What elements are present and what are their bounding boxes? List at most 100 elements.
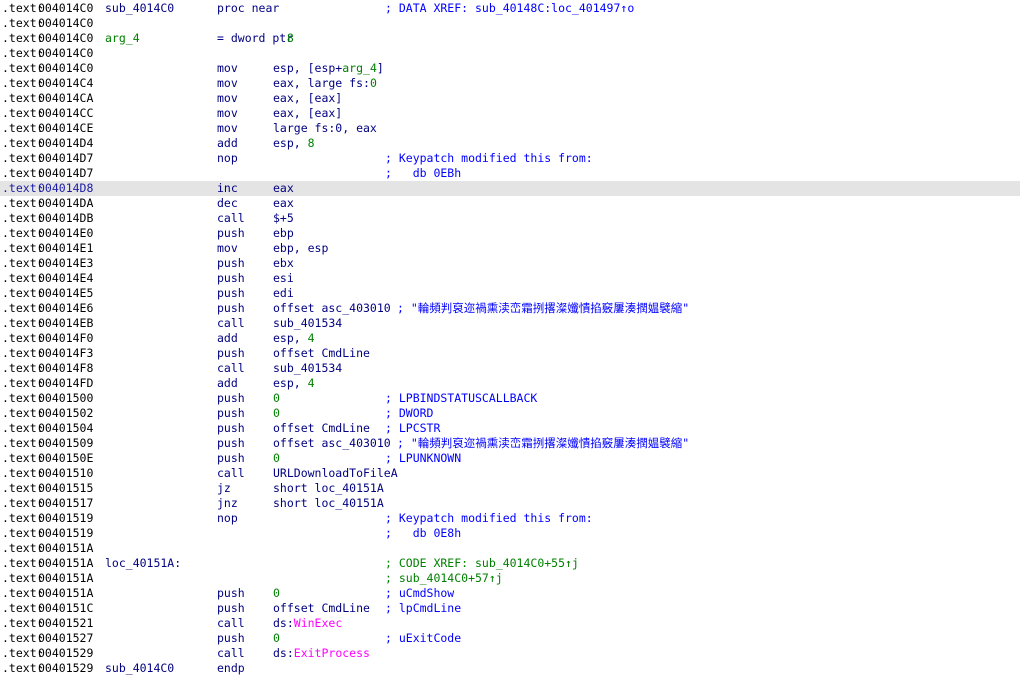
instruction-operands[interactable]: $+5 [273, 211, 294, 226]
instruction-operands[interactable]: 0 [273, 586, 280, 601]
instruction-mnemonic[interactable]: push [217, 421, 245, 436]
address[interactable]: 004014D7 [38, 166, 93, 181]
address[interactable]: 00401529 [38, 646, 93, 661]
instruction-mnemonic[interactable]: jz [217, 481, 231, 496]
address[interactable]: 004014F8 [38, 361, 93, 376]
instruction-mnemonic[interactable]: call [217, 646, 245, 661]
listing-line[interactable]: .text: 004014E6 push offset asc_403010; "輪頻… [0, 301, 1020, 316]
instruction-mnemonic[interactable]: push [217, 286, 245, 301]
instruction-operands[interactable]: ebp [273, 226, 294, 241]
instruction-mnemonic[interactable]: nop [217, 151, 238, 166]
address[interactable]: 004014C0 [38, 31, 93, 46]
listing-line[interactable]: .text: 004014E0 push ebp [0, 226, 1020, 241]
address[interactable]: 004014E1 [38, 241, 93, 256]
operand-number[interactable]: 0 [273, 406, 280, 420]
operand-number[interactable]: 4 [308, 376, 315, 390]
import-name[interactable]: ExitProcess [294, 646, 370, 660]
listing-line[interactable]: .text: 00401509 push offset asc_403010; "輪頻… [0, 436, 1020, 451]
listing-line[interactable]: .text: 00401521 call ds:WinExec [0, 616, 1020, 631]
instruction-mnemonic[interactable]: push [217, 226, 245, 241]
address[interactable]: 0040150E [38, 451, 93, 466]
instruction-mnemonic[interactable]: push [217, 406, 245, 421]
listing-line[interactable]: .text: 004014D7 nop; Keypatch modified thi… [0, 151, 1020, 166]
address[interactable]: 004014E6 [38, 301, 93, 316]
address[interactable]: 00401521 [38, 616, 93, 631]
address[interactable]: 00401509 [38, 436, 93, 451]
listing-line[interactable]: .text: 004014CA mov eax, [eax] [0, 91, 1020, 106]
instruction-mnemonic[interactable]: push [217, 631, 245, 646]
operand-text[interactable]: esp, [273, 376, 308, 390]
address[interactable]: 0040151C [38, 601, 93, 616]
address[interactable]: 004014E3 [38, 256, 93, 271]
operand-text[interactable]: ebx [273, 256, 294, 270]
address[interactable]: 0040151A [38, 556, 93, 571]
address[interactable]: 00401502 [38, 406, 93, 421]
address[interactable]: 00401515 [38, 481, 93, 496]
listing-line-current[interactable]: .text: 004014D8 inc eax [0, 181, 1020, 196]
listing-line[interactable]: .text: 004014E5 push edi [0, 286, 1020, 301]
operand-text[interactable]: sub_401534 [273, 316, 342, 330]
instruction-mnemonic[interactable]: call [217, 616, 245, 631]
operand-text[interactable]: large fs:0, eax [273, 121, 377, 135]
instruction-mnemonic[interactable]: call [217, 361, 245, 376]
code-label[interactable]: loc_40151A: [105, 556, 181, 571]
instruction-operands[interactable]: eax [273, 181, 294, 196]
operand-number[interactable]: 8 [308, 136, 315, 150]
address[interactable]: 00401529 [38, 661, 93, 676]
instruction-operands[interactable]: ebx [273, 256, 294, 271]
operand-text[interactable]: offset CmdLine [273, 421, 370, 435]
operand-text[interactable]: edi [273, 286, 294, 300]
listing-line[interactable]: .text: 00401517 jnz short loc_40151A [0, 496, 1020, 511]
instruction-mnemonic[interactable]: push [217, 346, 245, 361]
listing-line[interactable]: .text: 00401519; db 0E8h [0, 526, 1020, 541]
address[interactable]: 004014F3 [38, 346, 93, 361]
address[interactable]: 004014DA [38, 196, 93, 211]
address[interactable]: 004014E0 [38, 226, 93, 241]
instruction-operands[interactable]: eax, [eax] [273, 91, 342, 106]
disassembly-listing[interactable]: .text: 004014C0 sub_4014C0 proc near; DATA … [0, 0, 1020, 679]
instruction-mnemonic[interactable]: push [217, 451, 245, 466]
listing-line[interactable]: .text: 0040150E push 0; LPUNKNOWN [0, 451, 1020, 466]
listing-line[interactable]: .text: 0040151C push offset CmdLine; lpCmdL… [0, 601, 1020, 616]
operand-text[interactable]: ebp [273, 226, 294, 240]
instruction-operands[interactable]: offset CmdLine [273, 601, 370, 616]
operand-text[interactable]: eax, [eax] [273, 106, 342, 120]
operand-text[interactable]: sub_401534 [273, 361, 342, 375]
instruction-mnemonic[interactable]: add [217, 376, 238, 391]
instruction-operands[interactable]: esp, 8 [273, 136, 315, 151]
operand-number[interactable]: 0 [370, 76, 377, 90]
stack-variable-name[interactable]: arg_4 [105, 31, 140, 46]
operand-text[interactable]: esp, [273, 331, 308, 345]
instruction-mnemonic[interactable]: add [217, 331, 238, 346]
operand-number[interactable]: 0 [273, 631, 280, 645]
listing-line[interactable]: .text: 0040151A; sub_4014C0+57↑j [0, 571, 1020, 586]
instruction-mnemonic[interactable]: nop [217, 511, 238, 526]
operand-text[interactable]: eax [273, 196, 294, 210]
listing-line[interactable]: .text: 00401529 call ds:ExitProcess [0, 646, 1020, 661]
operand-text[interactable]: ds: [273, 616, 294, 630]
listing-line[interactable]: .text: 004014EB call sub_401534 [0, 316, 1020, 331]
address[interactable]: 0040151A [38, 571, 93, 586]
operand-text[interactable]: offset asc_403010 [273, 436, 391, 450]
operand-text[interactable]: eax, large fs: [273, 76, 370, 90]
instruction-operands[interactable]: esp, 4 [273, 331, 315, 346]
operand-text[interactable]: short loc_40151A [273, 481, 384, 495]
operand-number[interactable]: 0 [273, 586, 280, 600]
instruction-operands[interactable]: large fs:0, eax [273, 121, 377, 136]
instruction-mnemonic[interactable]: push [217, 301, 245, 316]
address[interactable]: 004014D8 [38, 181, 93, 196]
address[interactable]: 004014CA [38, 91, 93, 106]
instruction-operands[interactable]: offset CmdLine [273, 421, 370, 436]
listing-line[interactable]: .text: 004014E1 mov ebp, esp [0, 241, 1020, 256]
listing-line[interactable]: .text: 00401502 push 0; DWORD [0, 406, 1020, 421]
instruction-mnemonic[interactable]: push [217, 271, 245, 286]
instruction-operands[interactable]: 8 [273, 31, 294, 46]
instruction-operands[interactable]: offset CmdLine [273, 346, 370, 361]
instruction-operands[interactable]: sub_401534 [273, 361, 342, 376]
instruction-mnemonic[interactable]: endp [217, 661, 245, 676]
instruction-operands[interactable]: URLDownloadToFileA [273, 466, 398, 481]
address[interactable]: 004014FD [38, 376, 93, 391]
address[interactable]: 004014EB [38, 316, 93, 331]
instruction-mnemonic[interactable]: call [217, 316, 245, 331]
listing-line[interactable]: .text: 00401504 push offset CmdLine; LPCSTR [0, 421, 1020, 436]
